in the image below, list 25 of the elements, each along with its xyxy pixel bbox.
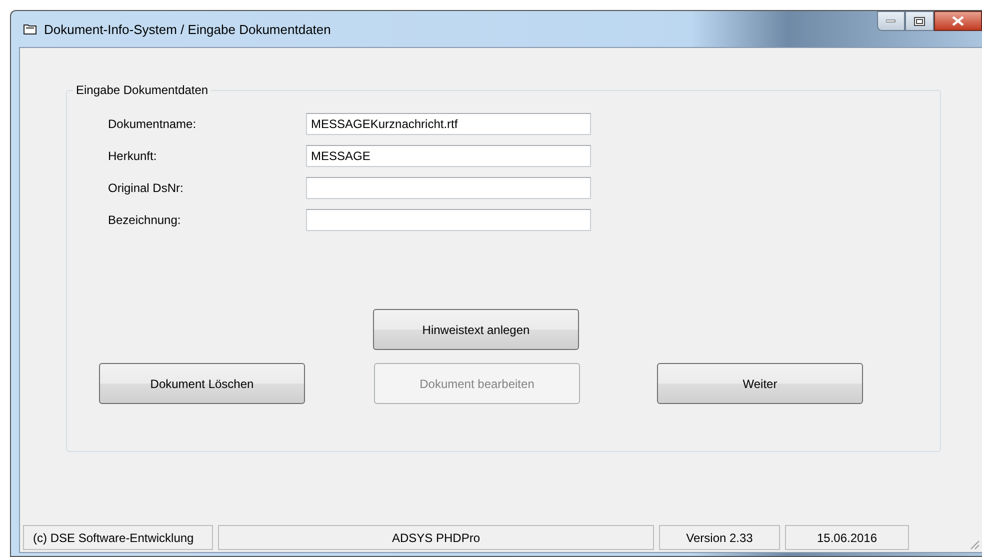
maximize-icon (914, 16, 925, 26)
input-field[interactable] (306, 177, 591, 199)
minimize-icon (886, 19, 896, 23)
close-icon (952, 16, 964, 26)
create-note-button[interactable]: Hinweistext anlegen (373, 309, 579, 350)
status-field: (c) DSE Software-Entwicklung (23, 525, 213, 550)
resize-grip-icon[interactable] (968, 538, 980, 550)
minimize-button[interactable] (877, 11, 905, 31)
field-label: Original DsNr: (108, 181, 184, 195)
input-field[interactable]: MESSAGE (306, 145, 591, 167)
group-title: Eingabe Dokumentdaten (73, 83, 212, 97)
status-field: 15.06.2016 (785, 525, 909, 550)
app-icon (23, 23, 37, 35)
field-label: Bezeichnung: (108, 213, 182, 227)
input-field[interactable]: MESSAGEKurznachricht.rtf (306, 113, 591, 135)
input-field[interactable] (306, 209, 591, 231)
next-button[interactable]: Weiter (657, 363, 863, 404)
maximize-button[interactable] (905, 11, 934, 31)
status-field: Version 2.33 (659, 525, 780, 550)
status-field: ADSYS PHDPro (218, 525, 654, 550)
delete-button[interactable]: Dokument Löschen (99, 363, 305, 404)
field-label: Dokumentname: (108, 117, 198, 131)
window-title: Dokument-Info-System / Eingabe Dokumentdaten (44, 22, 331, 36)
close-button[interactable] (934, 11, 982, 31)
field-label: Herkunft: (108, 149, 158, 163)
